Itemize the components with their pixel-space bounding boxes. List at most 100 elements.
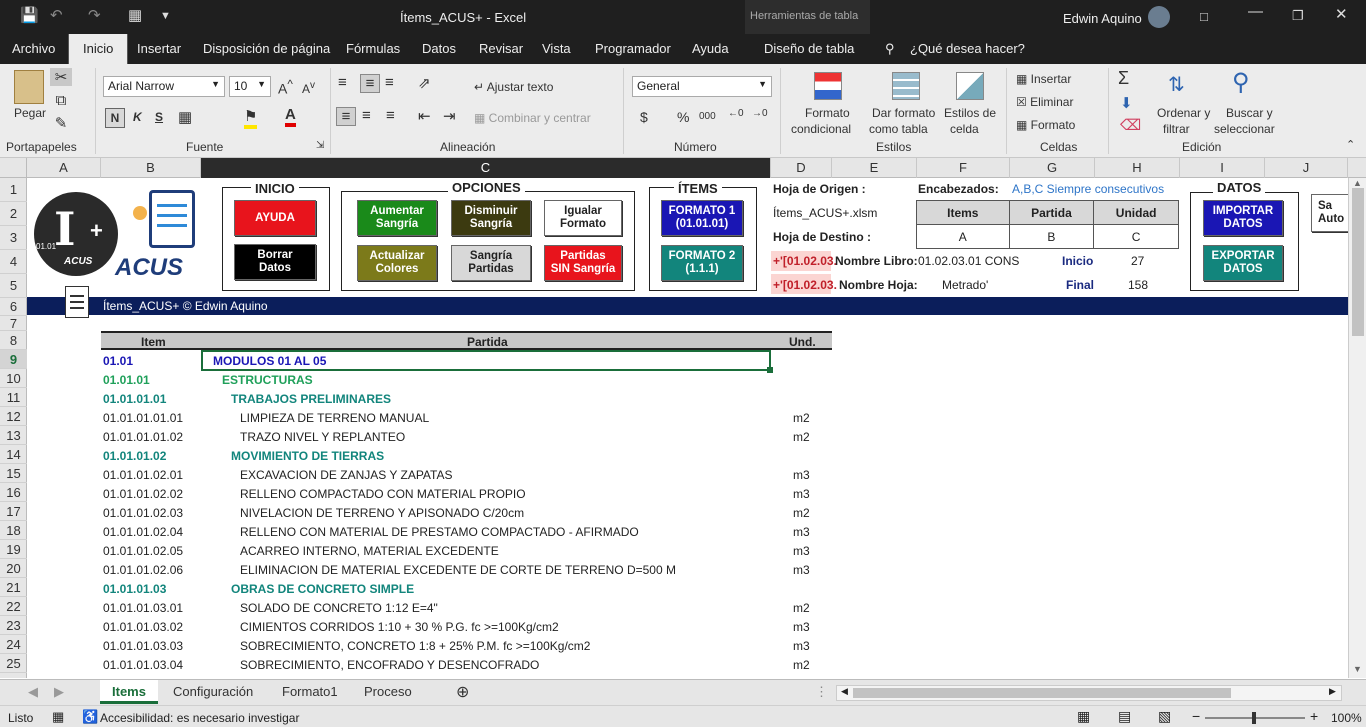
sangria-partidas-button[interactable]: Sangría Partidas — [451, 245, 531, 281]
user-name[interactable]: Edwin Aquino — [1063, 11, 1142, 26]
hoja-origen-value[interactable]: Ítems_ACUS+.xlsm — [773, 206, 877, 220]
item-code[interactable]: 01.01.01.02.01 — [103, 468, 183, 482]
tab-revisar[interactable]: Revisar — [479, 41, 523, 56]
increase-indent-icon[interactable]: ⇥ — [443, 107, 456, 125]
sheet-tab-configuracion[interactable]: Configuración — [173, 684, 253, 699]
borrar-datos-button[interactable]: Borrar Datos — [234, 244, 316, 280]
accessibility-icon[interactable]: ♿ — [82, 709, 98, 725]
column-header[interactable]: A — [27, 158, 101, 178]
partida-text[interactable]: SOBRECIMIENTO, CONCRETO 1:8 + 25% P.M. f… — [240, 639, 590, 653]
unit-text[interactable]: m3 — [793, 468, 810, 482]
tab-vista[interactable]: Vista — [542, 41, 571, 56]
row-header[interactable]: 16 — [0, 483, 27, 502]
font-dialog-icon[interactable]: ⇲ — [316, 140, 324, 151]
tab-archivo[interactable]: Archivo — [12, 41, 55, 56]
exportar-datos-button[interactable]: EXPORTAR DATOS — [1203, 245, 1283, 281]
find-select-label2[interactable]: seleccionar — [1214, 122, 1275, 136]
bold-button[interactable]: N — [105, 108, 125, 128]
conditional-format-label[interactable]: Formato — [805, 106, 850, 120]
column-header[interactable]: C — [201, 158, 771, 178]
grow-font-icon[interactable]: A^ — [278, 78, 293, 97]
align-top-icon[interactable]: ≡ — [338, 74, 347, 91]
maximize-icon[interactable]: ❐ — [1292, 8, 1304, 24]
item-code[interactable]: 01.01.01.03.04 — [103, 658, 183, 672]
partida-text[interactable]: CIMIENTOS CORRIDOS 1:10 + 30 % P.G. fc >… — [240, 620, 559, 634]
sort-filter-label2[interactable]: filtrar — [1163, 122, 1190, 136]
item-code[interactable]: 01.01.01.03.01 — [103, 601, 183, 615]
conditional-format-icon[interactable] — [814, 72, 842, 100]
font-size-combo[interactable]: 10 ▼ — [229, 76, 271, 97]
final-value[interactable]: 158 — [1128, 278, 1148, 292]
partida-text[interactable]: OBRAS DE CONCRETO SIMPLE — [231, 582, 414, 596]
inicio-value[interactable]: 27 — [1131, 254, 1144, 268]
ref2-cell[interactable]: +'[01.02.03. — [771, 274, 837, 294]
align-center-icon[interactable]: ≡ — [362, 107, 371, 124]
auto-button[interactable]: Sa Auto — [1311, 194, 1348, 232]
partida-text[interactable]: TRABAJOS PRELIMINARES — [231, 392, 391, 406]
font-name-combo[interactable]: Arial Narrow ▼ — [103, 76, 225, 97]
align-left-icon[interactable]: ≡ — [336, 107, 356, 126]
row-header[interactable]: 23 — [0, 616, 27, 635]
importar-datos-button[interactable]: IMPORTAR DATOS — [1203, 200, 1283, 236]
thousands-button[interactable]: 000 — [699, 111, 716, 122]
row-header[interactable]: 11 — [0, 388, 27, 407]
customize-qat-icon[interactable]: ▼ — [160, 10, 171, 22]
row-header[interactable]: 22 — [0, 597, 27, 616]
row-header[interactable]: 12 — [0, 407, 27, 426]
item-code[interactable]: 01.01.01.01 — [103, 392, 166, 406]
tab-diseno-tabla[interactable]: Diseño de tabla — [764, 41, 854, 56]
row-header[interactable]: 15 — [0, 464, 27, 483]
quick-access-icon[interactable]: ▦ — [128, 6, 142, 24]
formato-2-button[interactable]: FORMATO 2 (1.1.1) — [661, 245, 743, 281]
selected-cell[interactable] — [201, 350, 771, 371]
unit-text[interactable]: m3 — [793, 639, 810, 653]
row-header[interactable]: 25 — [0, 654, 27, 673]
format-table-icon[interactable] — [892, 72, 920, 100]
paste-label[interactable]: Pegar — [14, 106, 46, 120]
increase-decimal-icon[interactable]: ←0 — [728, 108, 744, 119]
shrink-font-icon[interactable]: Av — [302, 80, 315, 96]
ref1-cell[interactable]: +'[01.02.03. — [771, 251, 837, 271]
borders-icon[interactable]: ▦ — [178, 108, 192, 126]
scroll-down-icon[interactable]: ▼ — [1353, 664, 1362, 674]
tab-programador[interactable]: Programador — [595, 41, 671, 56]
clear-icon[interactable]: ⌫ — [1120, 116, 1141, 134]
number-format-combo[interactable]: General ▼ — [632, 76, 772, 97]
collapse-ribbon-icon[interactable]: ⌃ — [1346, 138, 1355, 151]
add-sheet-icon[interactable]: ⊕ — [456, 682, 469, 702]
autosum-icon[interactable]: Σ — [1118, 68, 1129, 89]
header-item[interactable]: Item — [141, 335, 166, 349]
redo-icon[interactable]: ↷ — [88, 6, 101, 24]
orientation-icon[interactable]: ⇗ — [418, 74, 431, 92]
find-select-label[interactable]: Buscar y — [1226, 106, 1273, 120]
td-unidad-col[interactable]: C — [1093, 224, 1179, 249]
unit-text[interactable]: m2 — [793, 658, 810, 672]
delete-cells-button[interactable]: ☒ Eliminar — [1016, 95, 1073, 109]
partida-text[interactable]: SOLADO DE CONCRETO 1:12 E=4" — [240, 601, 438, 615]
row-header[interactable]: 5 — [0, 274, 27, 298]
column-header[interactable]: E — [832, 158, 917, 178]
format-table-label[interactable]: Dar formato — [872, 106, 935, 120]
cut-icon[interactable]: ✂ — [50, 68, 72, 86]
fill-handle[interactable] — [767, 367, 773, 373]
zoom-out-icon[interactable]: − — [1192, 708, 1200, 724]
item-code[interactable]: 01.01.01.02 — [103, 449, 166, 463]
nombre-hoja-value[interactable]: Metrado' — [942, 278, 988, 292]
merge-center-button[interactable]: ▦ Combinar y centrar — [474, 111, 591, 125]
scroll-left-icon[interactable]: ◀ — [841, 686, 848, 697]
row-header[interactable]: 2 — [0, 202, 27, 226]
row-header[interactable]: 21 — [0, 578, 27, 597]
minimize-icon[interactable]: — — [1248, 3, 1263, 20]
row-header[interactable]: 3 — [0, 226, 27, 250]
sheet-tab-formato1[interactable]: Formato1 — [282, 684, 338, 699]
item-code[interactable]: 01.01.01.03 — [103, 582, 166, 596]
row-header[interactable]: 19 — [0, 540, 27, 559]
tab-ayuda[interactable]: Ayuda — [692, 41, 729, 56]
unit-text[interactable]: m2 — [793, 411, 810, 425]
ribbon-display-icon[interactable]: □ — [1200, 9, 1208, 24]
tab-formulas[interactable]: Fórmulas — [346, 41, 400, 56]
format-cells-button[interactable]: ▦ Formato — [1016, 118, 1075, 132]
partida-text[interactable]: ACARREO INTERNO, MATERIAL EXCEDENTE — [240, 544, 499, 558]
td-items-col[interactable]: A — [916, 224, 1010, 249]
font-color-icon[interactable]: A — [285, 106, 296, 127]
